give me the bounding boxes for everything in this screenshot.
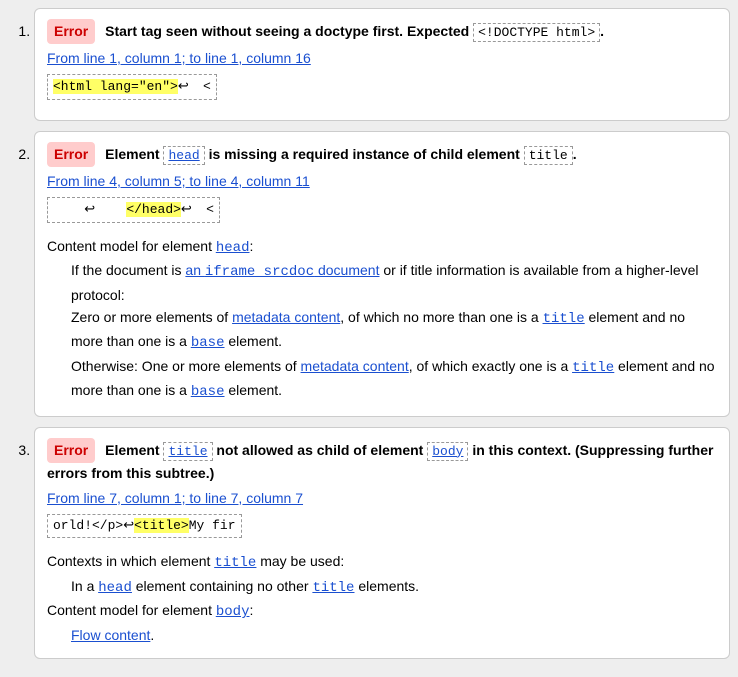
content-model: Content model for element head: If the d… — [47, 235, 717, 404]
code-extract: ↩ </head>↩ < — [47, 197, 220, 223]
error-msg: Start tag seen without seeing a doctype … — [105, 23, 473, 39]
spec-link[interactable]: title — [214, 553, 256, 569]
error-card: Error Element title not allowed as child… — [34, 427, 730, 659]
error-header: Error Element head is missing a required… — [47, 142, 717, 167]
spec-link[interactable]: body — [216, 602, 250, 618]
spec-link[interactable]: head — [168, 148, 199, 163]
spec-link[interactable]: head — [216, 238, 250, 254]
error-item: Error Element title not allowed as child… — [34, 427, 730, 659]
location-link[interactable]: From line 4, column 5; to line 4, column… — [47, 173, 310, 189]
spec-link[interactable]: body — [432, 444, 463, 459]
spec-link[interactable]: Flow content — [71, 627, 150, 643]
spec-link[interactable]: title — [543, 309, 585, 325]
error-card: Error Element head is missing a required… — [34, 131, 730, 417]
spec-link[interactable]: title — [312, 578, 354, 594]
error-card: Error Start tag seen without seeing a do… — [34, 8, 730, 121]
location-link[interactable]: From line 7, column 1; to line 7, column… — [47, 490, 303, 506]
spec-link[interactable]: metadata content — [301, 358, 409, 374]
code-snippet: title — [524, 146, 573, 165]
spec-link[interactable]: base — [191, 382, 225, 398]
location-link[interactable]: From line 1, column 1; to line 1, column… — [47, 50, 311, 66]
severity-badge: Error — [47, 142, 95, 167]
error-header: Error Element title not allowed as child… — [47, 438, 717, 484]
error-item: Error Element head is missing a required… — [34, 131, 730, 417]
spec-link[interactable]: metadata content — [232, 309, 340, 325]
code-snippet: body — [427, 442, 468, 461]
severity-badge: Error — [47, 438, 95, 463]
error-msg: Element — [105, 146, 163, 162]
code-extract: <html lang="en">↩ < — [47, 74, 217, 100]
contexts: Contexts in which element title may be u… — [47, 550, 717, 646]
severity-badge: Error — [47, 19, 95, 44]
spec-link[interactable]: head — [98, 578, 132, 594]
code-extract: orld!</p>↩<title>My fir — [47, 514, 242, 539]
spec-link[interactable]: title — [168, 444, 207, 459]
spec-link[interactable]: title — [572, 358, 614, 374]
code-snippet: head — [163, 146, 204, 165]
code-snippet: title — [163, 442, 212, 461]
spec-link[interactable]: base — [191, 333, 225, 349]
spec-link[interactable]: an iframe srcdoc document — [185, 262, 379, 278]
error-msg: Element — [105, 442, 163, 458]
error-item: Error Start tag seen without seeing a do… — [34, 8, 730, 121]
code-snippet: <!DOCTYPE html> — [473, 23, 600, 42]
error-header: Error Start tag seen without seeing a do… — [47, 19, 717, 44]
